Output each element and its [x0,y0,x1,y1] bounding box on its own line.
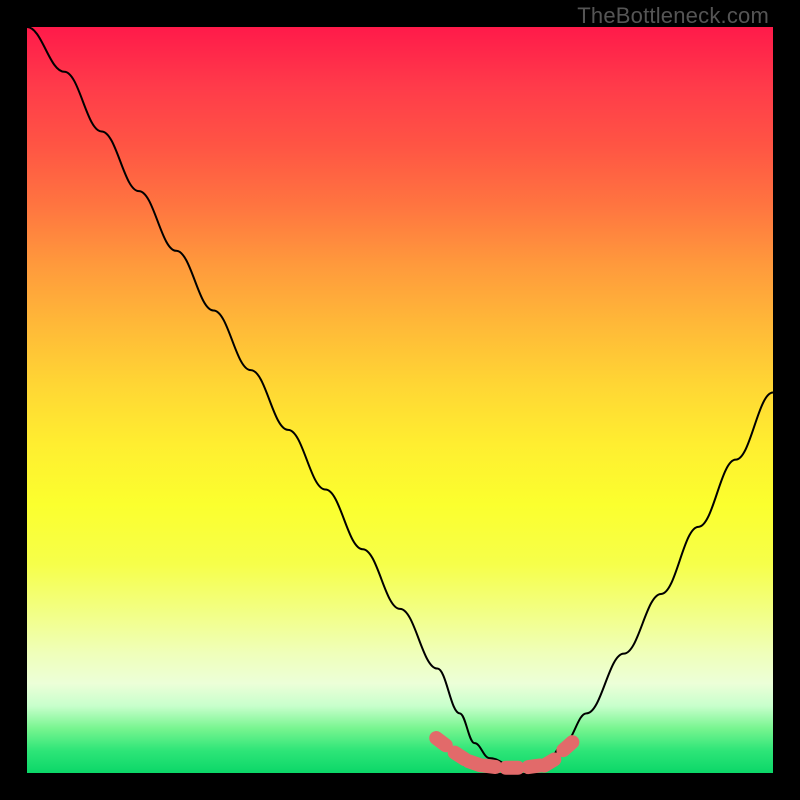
chart-svg [0,0,800,800]
datapoint-marker [499,761,525,775]
curve-group [27,27,773,766]
bottleneck-curve-path [27,27,773,766]
watermark-text: TheBottleneck.com [577,3,769,29]
chart-frame: TheBottleneck.com [0,0,800,800]
marker-group [426,728,582,775]
